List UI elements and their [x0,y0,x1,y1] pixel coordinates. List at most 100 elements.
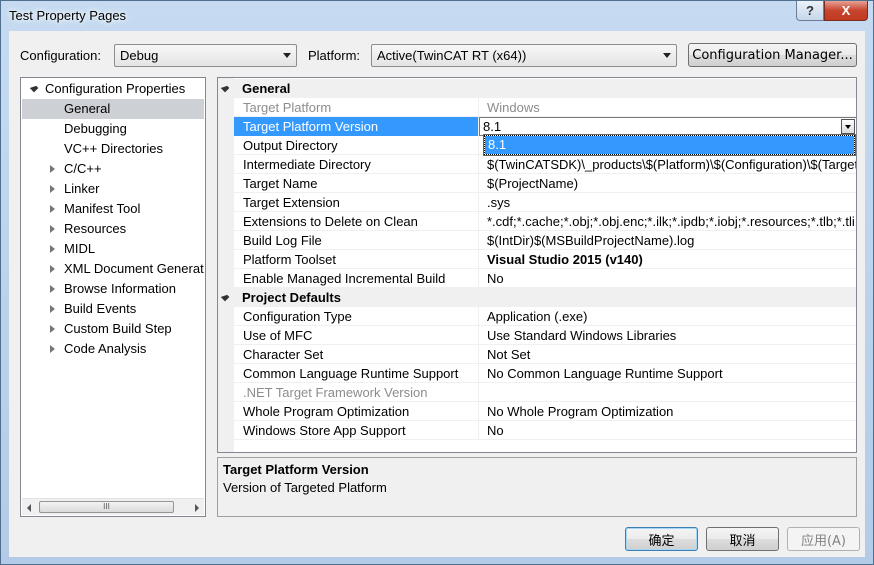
property-pages-window: Test Property Pages ? X Configuration: D… [0,0,874,565]
property-name[interactable]: Extensions to Delete on Clean [234,212,479,231]
horizontal-scrollbar[interactable]: III [22,498,204,515]
property-row[interactable]: Intermediate Directory $(TwinCATSDK)\_pro… [234,155,856,174]
property-value[interactable]: Use Standard Windows Libraries [479,326,856,345]
property-value[interactable]: Application (.exe) [479,307,856,326]
expand-triangle-icon[interactable] [50,285,55,293]
category-general[interactable]: General [220,79,856,98]
tree-item-custom-build-step[interactable]: Custom Build Step [22,319,204,339]
expand-triangle-icon[interactable] [50,185,55,193]
property-row[interactable]: Character Set Not Set [234,345,856,364]
property-row[interactable]: Platform Toolset Visual Studio 2015 (v140… [234,250,856,269]
dropdown-arrow-icon[interactable] [841,119,855,134]
property-name[interactable]: Whole Program Optimization [234,402,479,421]
cancel-button[interactable]: 取消 [706,527,779,551]
category-label: General [242,81,291,96]
property-name[interactable]: Intermediate Directory [234,155,479,174]
expand-triangle-icon[interactable] [50,225,55,233]
chevron-down-icon [283,53,291,58]
property-name[interactable]: Enable Managed Incremental Build [234,269,479,288]
property-name[interactable]: Windows Store App Support [234,421,479,440]
expand-triangle-icon[interactable] [50,325,55,333]
property-name[interactable]: Platform Toolset [234,250,479,269]
help-button[interactable]: ? [796,1,824,21]
property-row[interactable]: Whole Program Optimization No Whole Progr… [234,402,856,421]
property-name[interactable]: Target Platform Version [234,117,479,136]
expand-triangle-icon[interactable] [50,205,55,213]
tree-item-general[interactable]: General [22,99,204,119]
configuration-value: Debug [120,48,159,63]
expand-triangle-icon[interactable] [50,265,55,273]
property-name[interactable]: Target Extension [234,193,479,212]
platform-value: Active(TwinCAT RT (x64)) [377,48,527,63]
property-name[interactable]: Configuration Type [234,307,479,326]
tree-item-configuration-properties[interactable]: Configuration Properties [21,79,205,99]
property-name[interactable]: Use of MFC [234,326,479,345]
tree-item-vc-directories[interactable]: VC++ Directories [22,139,204,159]
property-value[interactable]: Windows [479,98,856,117]
property-row[interactable]: Target Extension .sys [234,193,856,212]
close-button[interactable]: X [824,1,868,21]
property-name[interactable]: Character Set [234,345,479,364]
expand-triangle-icon[interactable] [50,245,55,253]
tree-item-resources[interactable]: Resources [22,219,204,239]
dropdown-option[interactable]: 8.1 [484,135,855,155]
configuration-select[interactable]: Debug [114,44,297,67]
property-value[interactable]: $(ProjectName) [479,174,856,193]
category-project-defaults[interactable]: Project Defaults [220,288,856,307]
property-value[interactable]: No Whole Program Optimization [479,402,856,421]
platform-select[interactable]: Active(TwinCAT RT (x64)) [371,44,677,67]
property-value[interactable]: $(TwinCATSDK)\_products\$(Platform)\$(Co… [479,155,856,174]
property-row[interactable]: Configuration Type Application (.exe) [234,307,856,326]
scroll-thumb[interactable]: III [39,501,174,513]
tree-item-label: Resources [64,221,127,236]
property-row[interactable]: Windows Store App Support No [234,421,856,440]
property-row[interactable]: Build Log File $(IntDir)$(MSBuildProjectN… [234,231,856,250]
property-value[interactable]: No [479,421,856,440]
platform-version-dropdown-list[interactable]: 8.1 [483,134,856,156]
tree-item-c-c[interactable]: C/C++ [22,159,204,179]
expand-triangle-icon[interactable] [50,305,55,313]
scroll-left-icon[interactable] [27,504,31,512]
tree-item-linker[interactable]: Linker [22,179,204,199]
property-row[interactable]: Target Name $(ProjectName) [234,174,856,193]
title-bar[interactable]: Test Property Pages ? X [1,1,873,31]
apply-button[interactable]: 应用(A) [787,527,860,551]
property-name[interactable]: Output Directory [234,136,479,155]
property-value[interactable]: *.cdf;*.cache;*.obj;*.obj.enc;*.ilk;*.ip… [479,212,856,231]
property-value[interactable]: $(IntDir)$(MSBuildProjectName).log [479,231,856,250]
ok-button[interactable]: 确定 [625,527,698,551]
tree-item-debugging[interactable]: Debugging [22,119,204,139]
tree-item-code-analysis[interactable]: Code Analysis [22,339,204,359]
property-name[interactable]: Target Name [234,174,479,193]
property-name[interactable]: Target Platform [234,98,479,117]
property-row[interactable]: Extensions to Delete on Clean *.cdf;*.cac… [234,212,856,231]
property-value[interactable] [479,383,856,402]
expand-triangle-icon[interactable] [50,165,55,173]
tree-item-manifest-tool[interactable]: Manifest Tool [22,199,204,219]
property-row[interactable]: Enable Managed Incremental Build No [234,269,856,288]
chevron-down-icon [663,53,671,58]
property-name[interactable]: Common Language Runtime Support [234,364,479,383]
configuration-manager-button[interactable]: Configuration Manager... [688,43,857,67]
property-value[interactable]: No [479,269,856,288]
property-row[interactable]: .NET Target Framework Version [234,383,856,402]
property-value[interactable]: Not Set [479,345,856,364]
tree-item-label: VC++ Directories [64,141,163,156]
property-value[interactable]: No Common Language Runtime Support [479,364,856,383]
scroll-right-icon[interactable] [195,504,199,512]
property-name[interactable]: .NET Target Framework Version [234,383,479,402]
tree-item-midl[interactable]: MIDL [22,239,204,259]
window-title: Test Property Pages [9,8,127,23]
category-label: Project Defaults [242,290,341,305]
property-row[interactable]: Target Platform Windows [234,98,856,117]
property-value[interactable]: .sys [479,193,856,212]
expand-triangle-icon[interactable] [50,345,55,353]
tree-item-browse-information[interactable]: Browse Information [22,279,204,299]
tree-item-build-events[interactable]: Build Events [22,299,204,319]
property-name[interactable]: Build Log File [234,231,479,250]
dialog-client: Configuration: Debug Platform: Active(Tw… [9,31,865,557]
tree-item-xml-document-generat[interactable]: XML Document Generat [22,259,204,279]
property-row[interactable]: Common Language Runtime Support No Common… [234,364,856,383]
property-value[interactable]: Visual Studio 2015 (v140) [479,250,856,269]
property-row[interactable]: Use of MFC Use Standard Windows Libraries [234,326,856,345]
